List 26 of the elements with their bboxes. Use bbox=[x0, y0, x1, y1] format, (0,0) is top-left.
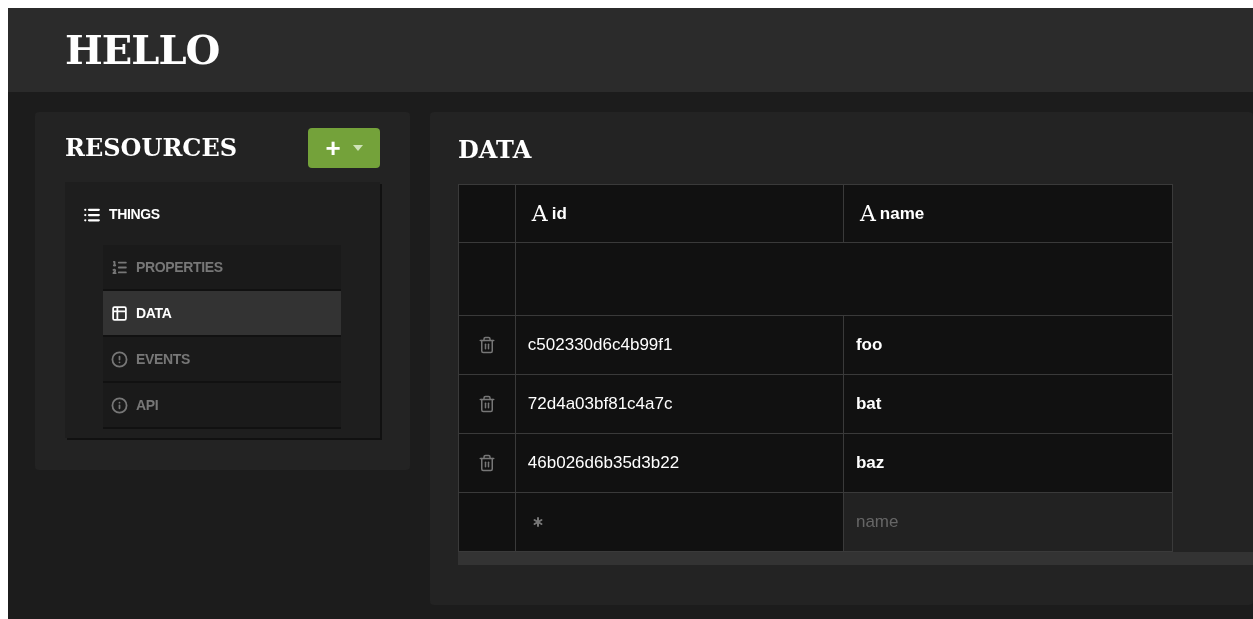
resource-label: THINGS bbox=[109, 205, 160, 224]
nav-item[interactable]: EVENTS bbox=[103, 337, 341, 381]
trash-icon[interactable] bbox=[477, 336, 496, 354]
nav-item[interactable]: PROPERTIES bbox=[103, 245, 341, 289]
sidebar-title: RESOURCES bbox=[65, 132, 238, 164]
panel-title: DATA bbox=[458, 134, 532, 166]
nav-item[interactable]: DATA bbox=[103, 291, 341, 335]
caret-icon bbox=[352, 145, 363, 151]
trash-icon[interactable] bbox=[477, 395, 496, 413]
exclamation-icon bbox=[111, 350, 128, 368]
table-cell-text: foo bbox=[854, 334, 884, 357]
nav-item[interactable]: API bbox=[103, 383, 341, 427]
table-cell: c502330d6c4b99f1 bbox=[515, 316, 844, 374]
info-icon bbox=[111, 396, 128, 414]
column-header[interactable]: A name bbox=[843, 185, 1172, 242]
column-header[interactable]: A id bbox=[515, 185, 844, 242]
list-icon bbox=[111, 258, 128, 276]
table-cell: 72d4a03bf81c4a7c bbox=[515, 375, 844, 433]
trash-icon[interactable] bbox=[477, 454, 496, 472]
table-cell-text: bat bbox=[854, 393, 883, 416]
table-cell-text: baz bbox=[854, 452, 886, 475]
name-input[interactable]: name bbox=[843, 493, 1172, 551]
table-icon bbox=[111, 304, 128, 322]
app-title: HELLO bbox=[65, 25, 220, 75]
add-button[interactable]: + bbox=[308, 128, 380, 168]
table-cell: 46b026d6b35d3b22 bbox=[515, 434, 844, 492]
